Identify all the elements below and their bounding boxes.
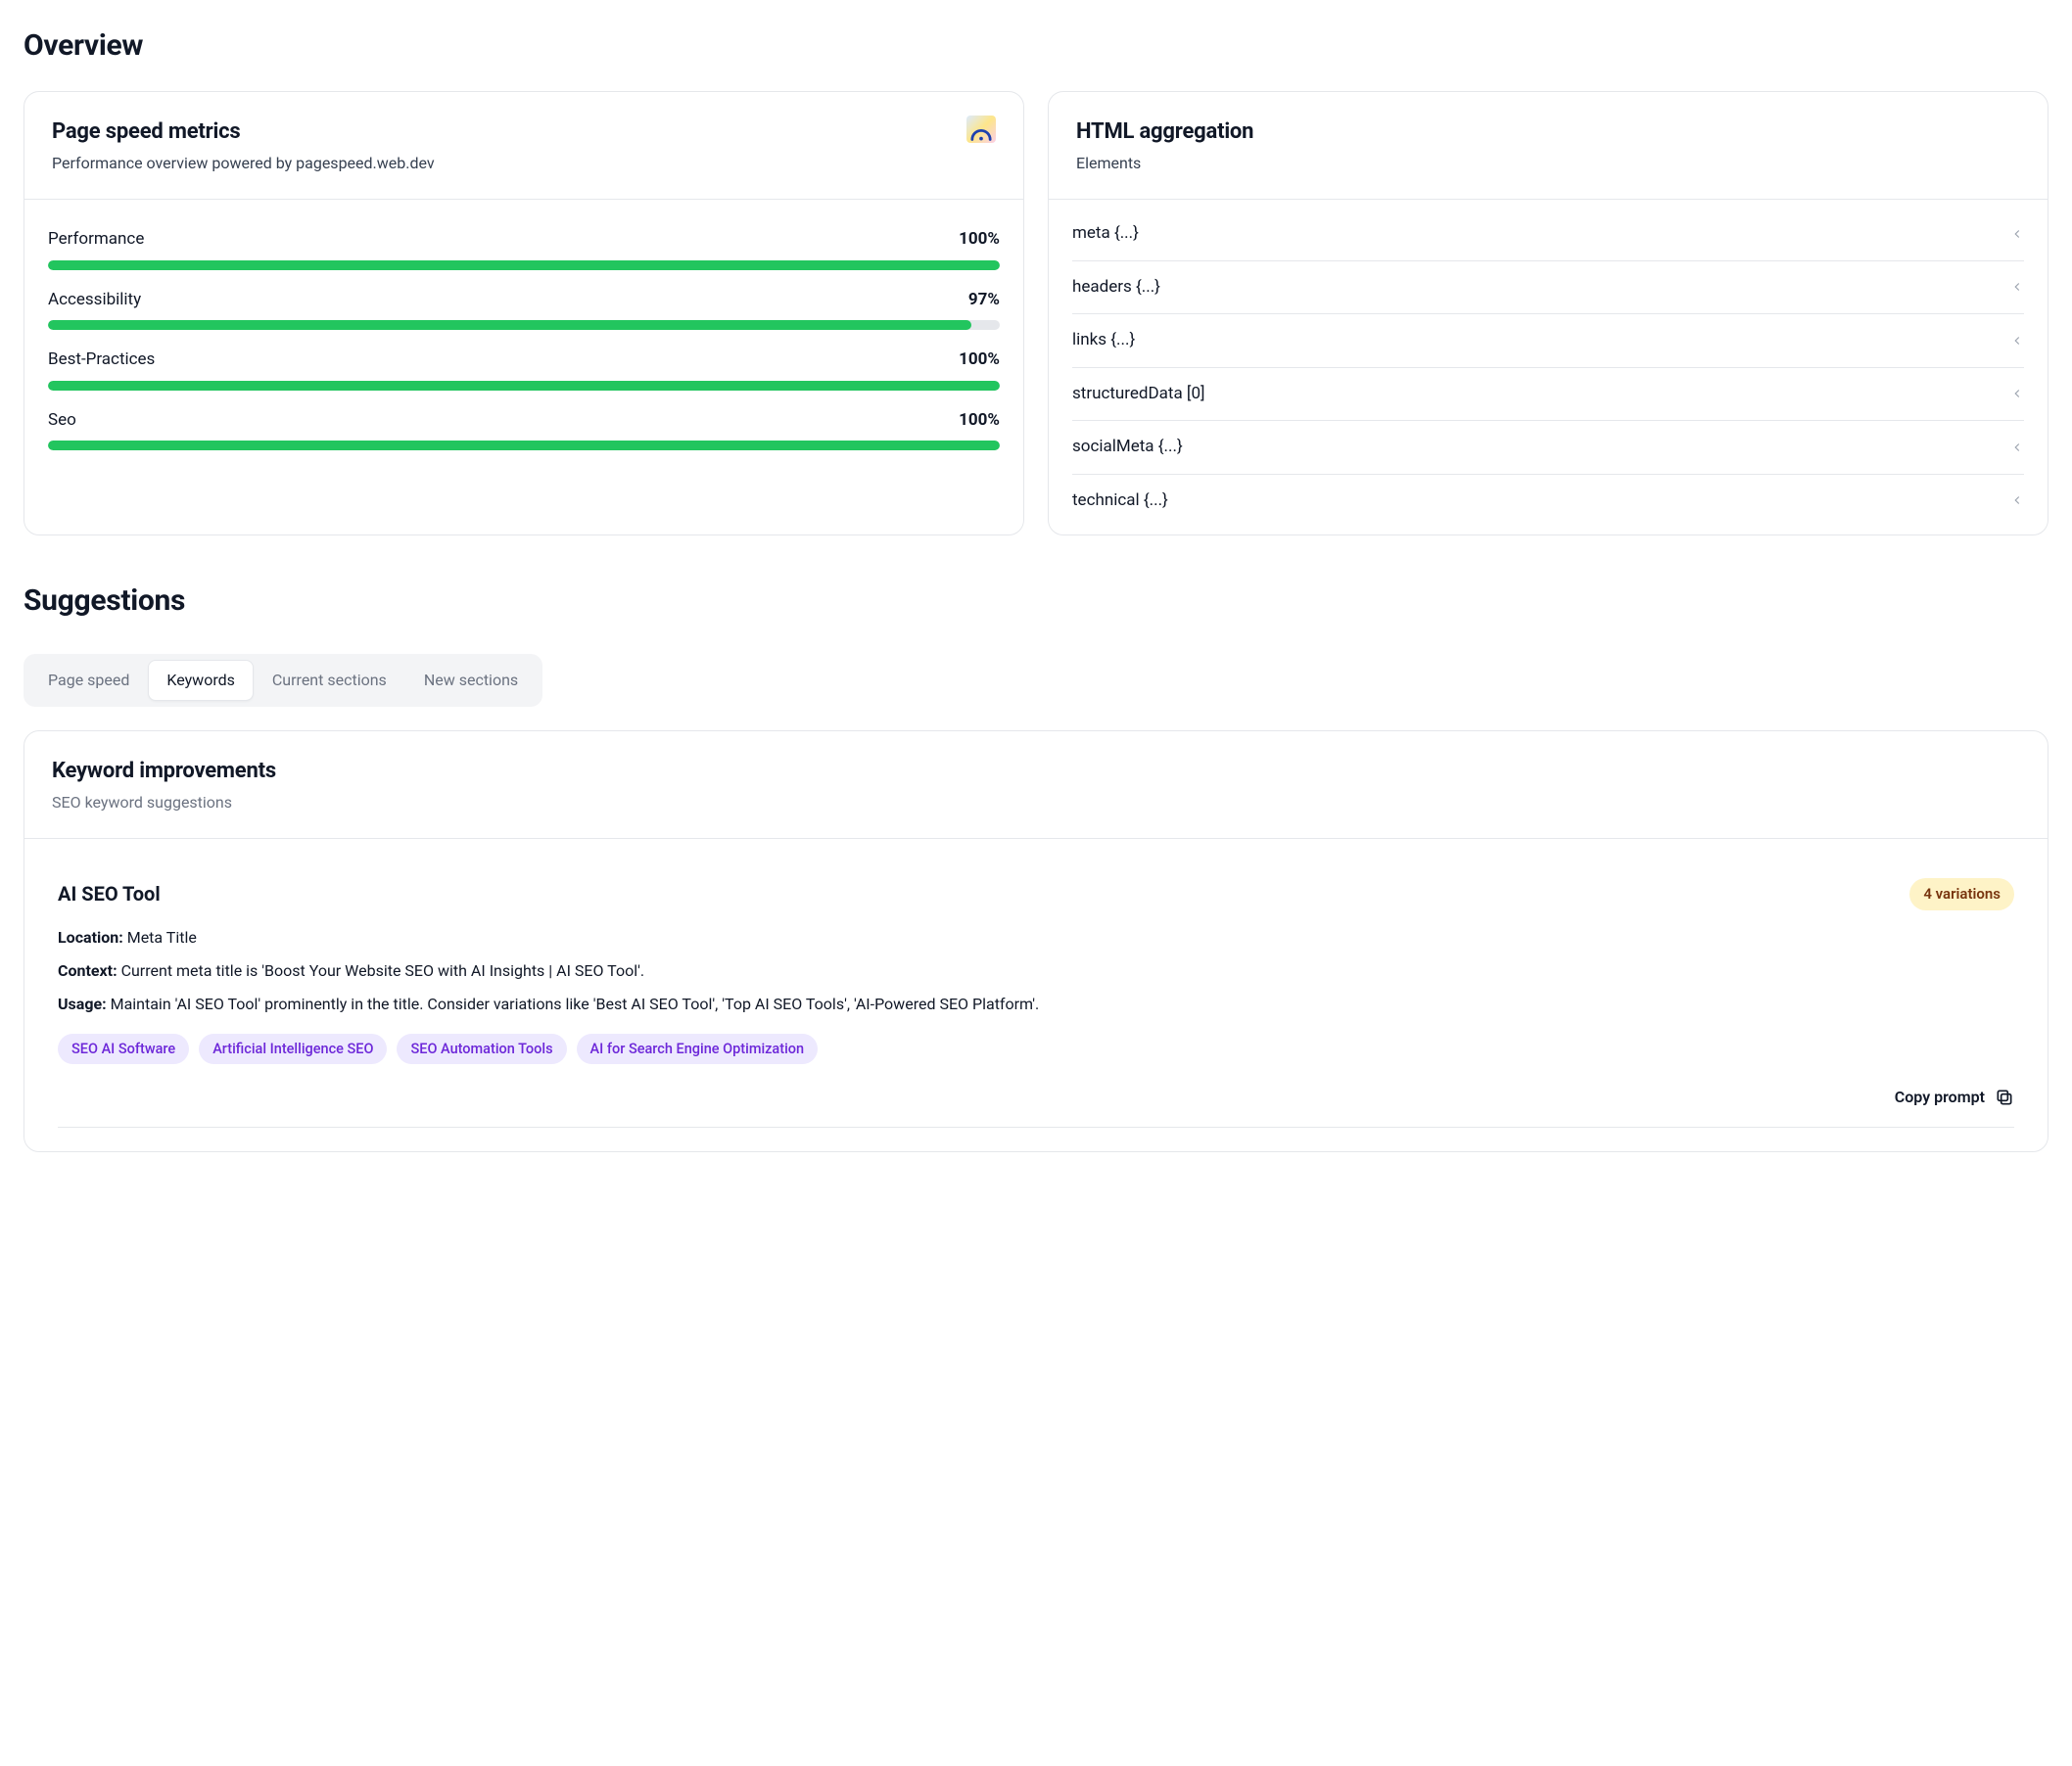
html-agg-subtitle: Elements	[1076, 152, 1253, 175]
keyword-improvements-title: Keyword improvements	[52, 755, 276, 787]
chevron-left-icon	[2010, 441, 2024, 454]
html-agg-item[interactable]: links {...}	[1072, 314, 2024, 368]
metric-row: Seo 100%	[48, 408, 1000, 451]
metric-value: 100%	[959, 408, 1000, 434]
chevron-left-icon	[2010, 227, 2024, 241]
keyword-chip[interactable]: SEO Automation Tools	[397, 1034, 566, 1065]
keyword-usage: Usage: Maintain 'AI SEO Tool' prominentl…	[58, 993, 2014, 1016]
keyword-improvements-card: Keyword improvements SEO keyword suggest…	[24, 730, 2048, 1152]
progress-track	[48, 441, 1000, 450]
chevron-left-icon	[2010, 280, 2024, 294]
chevron-left-icon	[2010, 493, 2024, 507]
pagespeed-logo-icon	[966, 116, 996, 143]
metric-value: 100%	[959, 227, 1000, 253]
metric-label: Seo	[48, 408, 76, 434]
location-label: Location:	[58, 928, 123, 947]
html-agg-item[interactable]: structuredData [0]	[1072, 368, 2024, 422]
keyword-chips: SEO AI Software Artificial Intelligence S…	[58, 1034, 2014, 1065]
keyword-location: Location: Meta Title	[58, 926, 2014, 950]
keyword-chip[interactable]: AI for Search Engine Optimization	[577, 1034, 819, 1065]
keyword-chip[interactable]: SEO AI Software	[58, 1034, 189, 1065]
variations-badge: 4 variations	[1909, 878, 2014, 910]
html-agg-item[interactable]: headers {...}	[1072, 261, 2024, 315]
location-value: Meta Title	[127, 928, 197, 947]
html-agg-item-label: meta {...}	[1072, 221, 1139, 247]
context-value: Current meta title is 'Boost Your Websit…	[121, 961, 645, 980]
progress-fill	[48, 381, 1000, 391]
keyword-improvements-subtitle: SEO keyword suggestions	[52, 791, 276, 814]
metric-row: Accessibility 97%	[48, 288, 1000, 331]
page-speed-title: Page speed metrics	[52, 116, 435, 148]
metric-label: Best-Practices	[48, 348, 155, 373]
html-agg-item-label: links {...}	[1072, 328, 1135, 353]
metric-label: Accessibility	[48, 288, 141, 313]
html-agg-item-label: structuredData [0]	[1072, 382, 1205, 407]
tab-page-speed[interactable]: Page speed	[29, 660, 148, 701]
tab-current-sections[interactable]: Current sections	[254, 660, 405, 701]
progress-track	[48, 260, 1000, 270]
metric-value: 97%	[968, 288, 1000, 313]
usage-value: Maintain 'AI SEO Tool' prominently in th…	[111, 995, 1040, 1013]
metric-value: 100%	[959, 348, 1000, 373]
progress-fill	[48, 441, 1000, 450]
chevron-left-icon	[2010, 334, 2024, 348]
context-label: Context:	[58, 961, 118, 980]
progress-fill	[48, 260, 1000, 270]
suggestions-tabs: Page speedKeywordsCurrent sectionsNew se…	[24, 654, 542, 707]
metric-row: Best-Practices 100%	[48, 348, 1000, 391]
usage-label: Usage:	[58, 995, 107, 1013]
progress-fill	[48, 320, 971, 330]
tab-new-sections[interactable]: New sections	[405, 660, 537, 701]
keyword-name: AI SEO Tool	[58, 879, 161, 908]
chevron-left-icon	[2010, 387, 2024, 400]
metric-row: Performance 100%	[48, 227, 1000, 270]
tab-keywords[interactable]: Keywords	[148, 660, 254, 701]
progress-track	[48, 381, 1000, 391]
html-agg-item[interactable]: technical {...}	[1072, 475, 2024, 535]
keyword-chip[interactable]: Artificial Intelligence SEO	[199, 1034, 387, 1065]
keyword-context: Context: Current meta title is 'Boost Yo…	[58, 959, 2014, 983]
copy-prompt-label: Copy prompt	[1895, 1086, 1985, 1109]
page-speed-metrics: Performance 100% Accessibility 97% Best-…	[24, 200, 1023, 474]
metric-label: Performance	[48, 227, 144, 253]
html-agg-item-label: socialMeta {...}	[1072, 435, 1183, 460]
progress-track	[48, 320, 1000, 330]
html-aggregation-card: HTML aggregation Elements meta {...} hea…	[1048, 91, 2048, 535]
html-agg-item-label: technical {...}	[1072, 488, 1168, 514]
html-agg-item[interactable]: socialMeta {...}	[1072, 421, 2024, 475]
suggestions-heading: Suggestions	[24, 579, 2048, 623]
html-agg-title: HTML aggregation	[1076, 116, 1253, 148]
copy-prompt-button[interactable]: Copy prompt	[58, 1086, 2014, 1128]
html-agg-item-label: headers {...}	[1072, 275, 1160, 301]
overview-heading: Overview	[24, 23, 2048, 68]
html-agg-list: meta {...} headers {...} links {...} str…	[1049, 200, 2048, 534]
html-agg-item[interactable]: meta {...}	[1072, 200, 2024, 261]
page-speed-subtitle: Performance overview powered by pagespee…	[52, 152, 435, 175]
copy-icon	[1995, 1088, 2014, 1107]
page-speed-card: Page speed metrics Performance overview …	[24, 91, 1024, 535]
